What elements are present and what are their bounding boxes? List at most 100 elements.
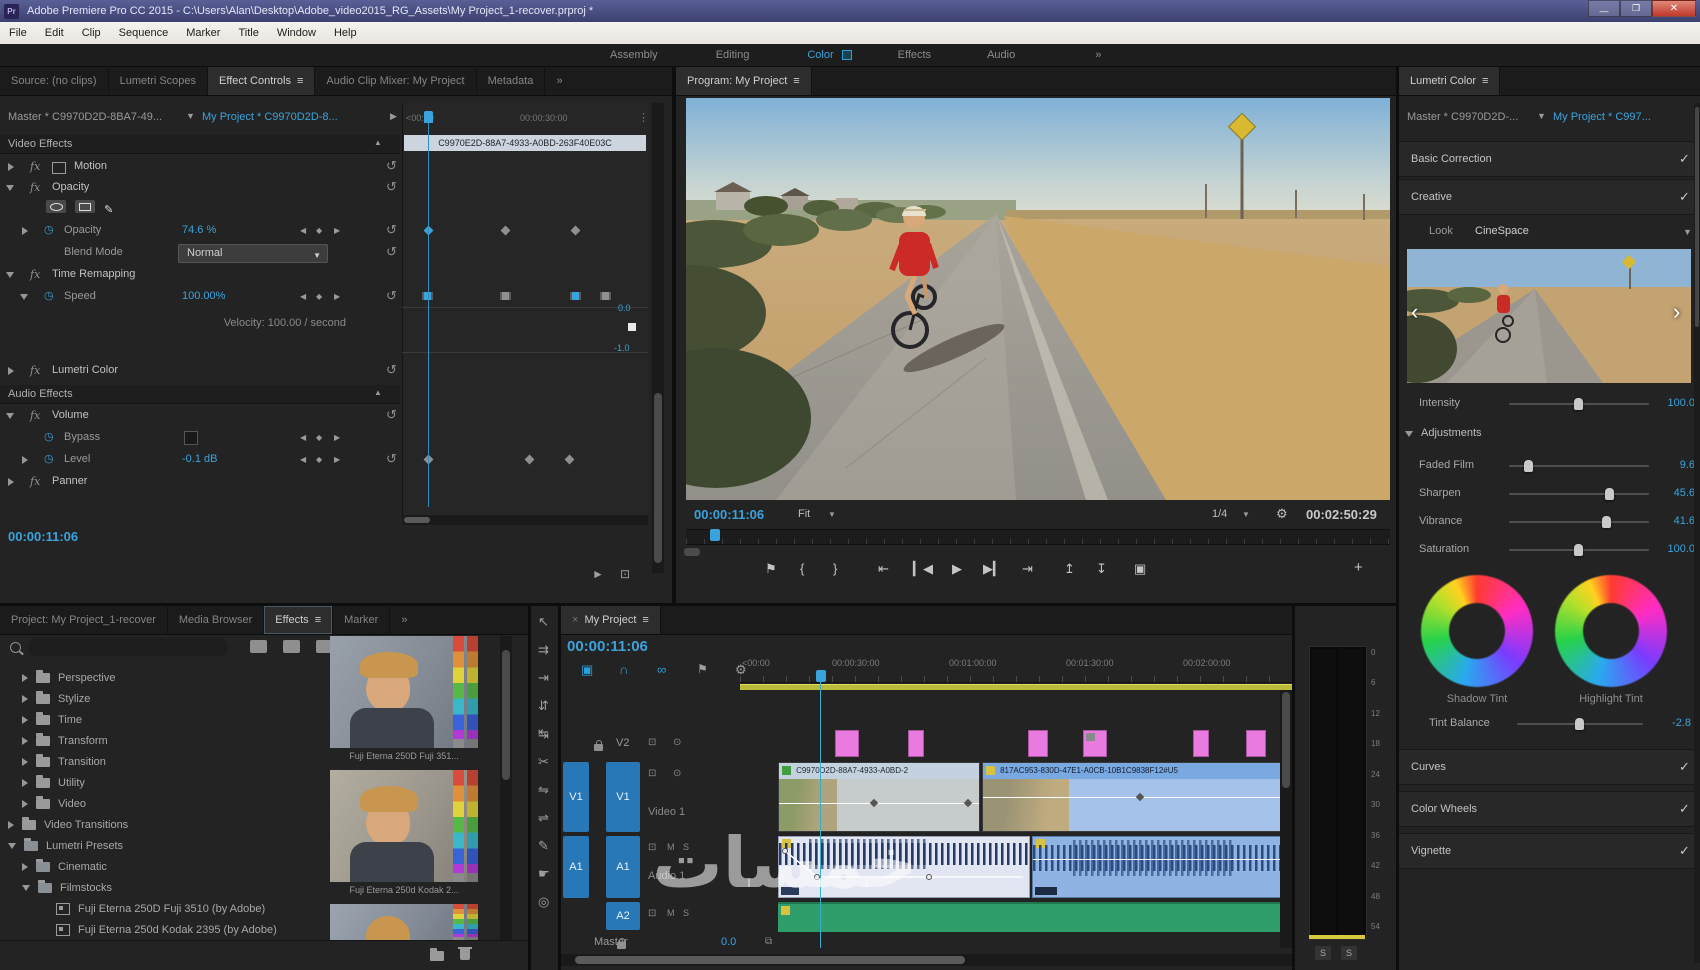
menu-title[interactable]: Title xyxy=(229,27,267,39)
speed-keyframe-icon[interactable] xyxy=(500,292,511,300)
chevron-down-icon[interactable]: ▼ xyxy=(186,111,195,121)
button-editor-icon[interactable]: + xyxy=(1354,559,1363,576)
section-vignette[interactable]: Vignette ✓ xyxy=(1399,833,1700,869)
source-patch-v1[interactable]: V1 xyxy=(563,762,589,832)
section-color-wheels[interactable]: Color Wheels ✓ xyxy=(1399,791,1700,827)
expander-icon[interactable] xyxy=(22,716,28,724)
tree-item-fuji-2395[interactable]: Fuji Eterna 250d Kodak 2395 (by Adobe) xyxy=(56,920,277,940)
hand-tool[interactable]: ☛ xyxy=(538,866,550,882)
tab-effect-controls[interactable]: Effect Controls ≡ xyxy=(208,67,316,95)
play-icon[interactable]: ▶ xyxy=(952,561,962,577)
tab-lumetri-color[interactable]: Lumetri Color ≡ xyxy=(1399,67,1501,95)
ellipse-mask-icon[interactable] xyxy=(46,200,66,213)
workspace-overflow-icon[interactable]: » xyxy=(1095,49,1101,61)
preset-thumbnail-3[interactable] xyxy=(330,904,478,940)
workspace-tab-effects[interactable]: Effects xyxy=(898,49,931,61)
tree-item-stylize[interactable]: Stylize xyxy=(22,689,90,709)
next-keyframe-icon[interactable]: ▶ xyxy=(334,226,340,235)
lift-icon[interactable]: ↥ xyxy=(1064,561,1075,577)
menu-window[interactable]: Window xyxy=(268,27,325,39)
tree-item-video[interactable]: Video xyxy=(22,794,86,814)
tree-item-time[interactable]: Time xyxy=(22,710,82,730)
expander-icon[interactable] xyxy=(8,478,14,486)
chevron-down-icon[interactable]: ▼ xyxy=(828,510,836,519)
keyframe-icon[interactable] xyxy=(564,454,575,465)
expander-icon[interactable] xyxy=(8,843,16,849)
fit-dropdown[interactable]: Fit xyxy=(798,508,810,520)
workspace-tab-editing[interactable]: Editing xyxy=(716,49,750,61)
tab-metadata[interactable]: Metadata xyxy=(477,67,546,95)
section-basic-correction[interactable]: Basic Correction ✓ xyxy=(1399,141,1700,177)
timeline-playhead[interactable] xyxy=(816,670,826,682)
slider-value[interactable]: -2.8 xyxy=(1645,717,1691,729)
bypass-checkbox[interactable] xyxy=(184,431,198,445)
selection-tool[interactable]: ↖ xyxy=(538,614,549,630)
video-clip-2[interactable]: 817AC953-830D-47E1-A0CB-10B1C9838F12#U5 xyxy=(982,762,1292,832)
speed-keyframe-icon[interactable] xyxy=(570,292,581,300)
menu-clip[interactable]: Clip xyxy=(73,27,110,39)
fx-badge-icon[interactable]: fx xyxy=(30,160,40,173)
expander-icon[interactable] xyxy=(22,227,28,235)
preset-thumbnail-2[interactable] xyxy=(330,770,478,882)
mark-out-icon[interactable]: } xyxy=(833,561,837,576)
adjustments-label[interactable]: Adjustments xyxy=(1421,427,1482,439)
stopwatch-icon[interactable]: ◷ xyxy=(44,223,54,236)
expander-icon[interactable] xyxy=(22,779,28,787)
check-icon[interactable]: ✓ xyxy=(1679,151,1690,167)
panel-menu-icon[interactable]: ≡ xyxy=(297,75,303,87)
extract-icon[interactable]: ↧ xyxy=(1096,561,1107,577)
tree-item-transition[interactable]: Transition xyxy=(22,752,106,772)
effects-scrollbar[interactable] xyxy=(500,636,512,940)
effect-name[interactable]: Opacity xyxy=(52,181,89,193)
rate-stretch-tool[interactable]: ↹ xyxy=(538,726,549,742)
expander-icon[interactable] xyxy=(22,758,28,766)
reset-icon[interactable]: ↺ xyxy=(386,362,397,378)
step-forward-icon[interactable]: ▶▎ xyxy=(983,561,1003,577)
shadow-tint-wheel[interactable] xyxy=(1421,575,1533,687)
add-keyframe-icon[interactable]: ◆ xyxy=(316,455,322,464)
panel-menu-icon[interactable]: ≡ xyxy=(793,75,799,87)
expander-icon[interactable] xyxy=(22,800,28,808)
panel-overflow-icon[interactable]: » xyxy=(545,67,573,95)
adjustments-expander-icon[interactable] xyxy=(1405,431,1413,437)
next-keyframe-icon[interactable]: ▶ xyxy=(334,433,340,442)
check-icon[interactable]: ✓ xyxy=(1679,189,1690,205)
slider-value[interactable]: 100.0 xyxy=(1649,397,1695,409)
slip-tool[interactable]: ⇋ xyxy=(538,782,549,798)
look-preview[interactable]: ‹ › xyxy=(1399,249,1691,383)
expander-icon[interactable] xyxy=(6,413,14,419)
solo-left-button[interactable]: S xyxy=(1315,946,1331,960)
master-track-value[interactable]: 0.0 xyxy=(721,936,736,948)
step-back-icon[interactable]: ▎◀ xyxy=(913,561,933,577)
blend-mode-dropdown[interactable]: Normal ▼ xyxy=(178,244,328,263)
sync-lock-icon[interactable]: ⊡ xyxy=(648,908,656,919)
tab-effects[interactable]: Effects ≡ xyxy=(264,606,334,634)
slide-tool[interactable]: ⇌ xyxy=(538,810,549,826)
vibrance-slider[interactable] xyxy=(1509,516,1649,528)
section-creative[interactable]: Creative ✓ xyxy=(1399,179,1700,215)
snap-icon[interactable]: ∩ xyxy=(619,662,628,677)
timeline-horizontal-scrollbar[interactable] xyxy=(561,954,1292,966)
speed-keyframe-icon[interactable] xyxy=(600,292,611,300)
linked-selection-icon[interactable]: ∞ xyxy=(657,662,666,677)
new-bin-icon[interactable] xyxy=(430,948,444,961)
slider-value[interactable]: 45.6 xyxy=(1649,487,1695,499)
music-clip[interactable] xyxy=(778,902,1292,932)
tab-source-monitor[interactable]: Source: (no clips) xyxy=(0,67,109,95)
prev-keyframe-icon[interactable]: ◀ xyxy=(300,433,306,442)
add-marker-icon[interactable]: ⚑ xyxy=(697,662,708,676)
keyframe-icon[interactable] xyxy=(570,225,581,236)
fx-badge-icon[interactable]: fx xyxy=(30,181,40,194)
source-patch-a1[interactable]: A1 xyxy=(563,836,589,898)
panel-overflow-icon[interactable]: » xyxy=(390,606,418,634)
sync-lock-icon[interactable]: ⊡ xyxy=(648,737,656,748)
opacity-rubber-band[interactable] xyxy=(779,803,979,804)
panel-menu-icon[interactable]: ≡ xyxy=(642,614,648,626)
tree-item-perspective[interactable]: Perspective xyxy=(22,668,115,688)
chevron-down-icon[interactable]: ▼ xyxy=(1683,227,1692,237)
sync-lock-icon[interactable]: ⊡ xyxy=(648,768,656,779)
collapse-icon[interactable]: ▲ xyxy=(374,388,382,397)
slider-value[interactable]: 9.6 xyxy=(1649,459,1695,471)
chevron-right-icon[interactable]: ▶ xyxy=(390,111,397,122)
32bit-effects-badge-icon[interactable] xyxy=(283,640,300,653)
